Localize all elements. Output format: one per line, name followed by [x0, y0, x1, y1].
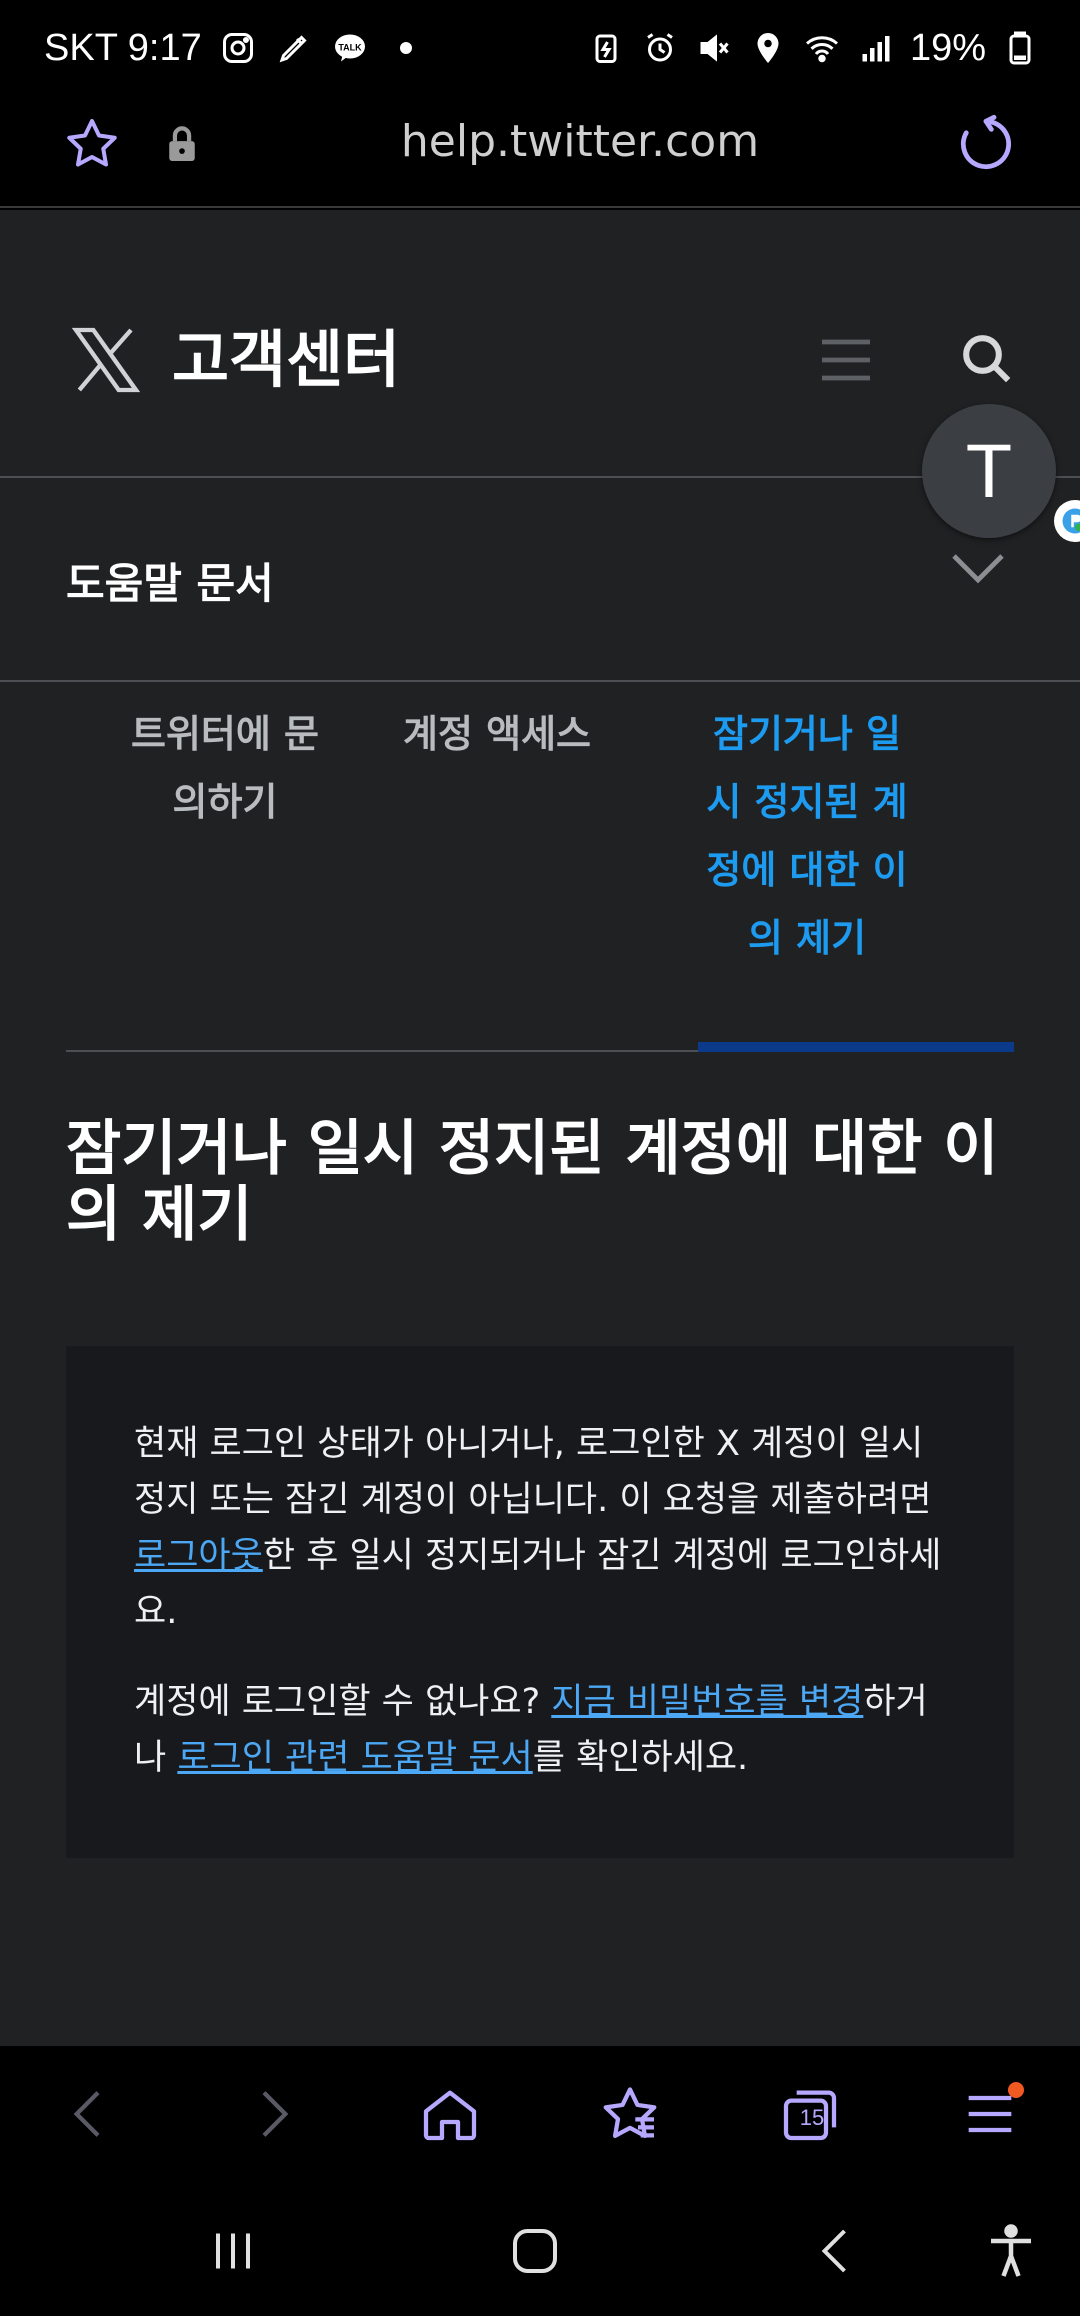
site-title[interactable]: 고객센터	[172, 320, 400, 400]
notice-paragraph-1: 현재 로그인 상태가 아니거나, 로그인한 X 계정이 일시 정지 또는 잠긴 …	[134, 1416, 958, 1640]
tabs-icon[interactable]: 15	[772, 2076, 848, 2152]
breadcrumb: 트위터에 문의하기 계정 액세스 잠기거나 일시 정지된 계정에 대한 이의 제…	[66, 700, 1014, 1052]
help-center-page: 고객센터 T 도움말 문서 트위터에 문의하기 계정 액세스 잠기거나 일시 정…	[0, 210, 1080, 2046]
accessibility-icon[interactable]	[976, 2216, 1046, 2286]
carrier-time: SKT 9:17	[44, 26, 202, 69]
active-tab-indicator	[698, 1042, 1014, 1052]
login-help-docs-link[interactable]: 로그인 관련 도움말 문서	[177, 1738, 532, 1778]
forward-icon[interactable]	[234, 2076, 310, 2152]
system-nav-bar	[0, 2180, 1080, 2316]
instagram-icon	[218, 28, 258, 68]
status-bar-right: 19%	[586, 22, 1040, 74]
dot-icon	[386, 28, 426, 68]
menu-icon[interactable]	[952, 2076, 1028, 2152]
site-header: 고객센터	[0, 210, 1080, 478]
x-logo-icon[interactable]	[66, 320, 146, 400]
avatar[interactable]: T	[922, 404, 1056, 538]
alarm-icon	[640, 28, 680, 68]
notice-text: 계정에 로그인할 수 없나요?	[134, 1682, 552, 1722]
back-icon[interactable]	[52, 2076, 128, 2152]
home-icon[interactable]	[412, 2076, 488, 2152]
battery-icon	[1000, 28, 1040, 68]
reload-icon[interactable]	[954, 112, 1018, 176]
notice-text: 현재 로그인 상태가 아니거나, 로그인한 X 계정이 일시 정지 또는 잠긴 …	[134, 1424, 932, 1520]
login-notice-box: 현재 로그인 상태가 아니거나, 로그인한 X 계정이 일시 정지 또는 잠긴 …	[66, 1346, 1014, 1858]
page-title: 잠기거나 일시 정지된 계정에 대한 이의 제기	[66, 1114, 999, 1250]
status-bar-left: SKT 9:17 TALK	[44, 22, 426, 74]
signal-icon	[856, 28, 896, 68]
logout-link[interactable]: 로그아웃	[134, 1536, 263, 1576]
lock-icon[interactable]	[165, 124, 199, 164]
kakao-label: TALK	[338, 42, 362, 52]
bookmark-star-icon[interactable]	[62, 114, 122, 174]
breadcrumb-appeal-active[interactable]: 잠기거나 일시 정지된 계정에 대한 이의 제기	[696, 700, 918, 972]
chevron-down-icon	[950, 548, 1006, 588]
hamburger-menu-icon[interactable]	[820, 336, 872, 384]
breadcrumb-account-access[interactable]: 계정 액세스	[386, 700, 608, 768]
wifi-icon	[802, 28, 842, 68]
status-bar: SKT 9:17 TALK 19%	[0, 0, 1080, 96]
help-docs-label: 도움말 문서	[66, 559, 274, 608]
location-icon	[748, 28, 788, 68]
recent-apps-icon[interactable]	[198, 2216, 268, 2286]
tab-count: 15	[799, 2105, 825, 2130]
url-text[interactable]: help.twitter.com	[300, 116, 860, 172]
breadcrumb-contact[interactable]: 트위터에 문의하기	[114, 700, 336, 836]
pen-app-icon	[274, 28, 314, 68]
bookmarks-icon[interactable]	[592, 2076, 668, 2152]
search-icon[interactable]	[958, 330, 1014, 386]
back-nav-icon[interactable]	[802, 2216, 872, 2286]
mute-icon	[694, 28, 734, 68]
browser-toolbar: 15	[0, 2046, 1080, 2180]
notice-text: 를 확인하세요.	[532, 1738, 749, 1778]
url-bar: help.twitter.com	[0, 96, 1080, 208]
change-password-link[interactable]: 지금 비밀번호를 변경	[551, 1682, 863, 1722]
battery-saver-icon	[586, 28, 626, 68]
help-docs-dropdown[interactable]: 도움말 문서	[0, 480, 1080, 682]
battery-percent: 19%	[909, 26, 986, 69]
notice-paragraph-2: 계정에 로그인할 수 없나요? 지금 비밀번호를 변경하거나 로그인 관련 도움…	[134, 1674, 958, 1786]
avatar-letter: T	[965, 428, 1013, 514]
home-nav-icon[interactable]	[500, 2216, 570, 2286]
kakaotalk-icon: TALK	[330, 28, 370, 68]
notification-dot	[1008, 2082, 1024, 2098]
